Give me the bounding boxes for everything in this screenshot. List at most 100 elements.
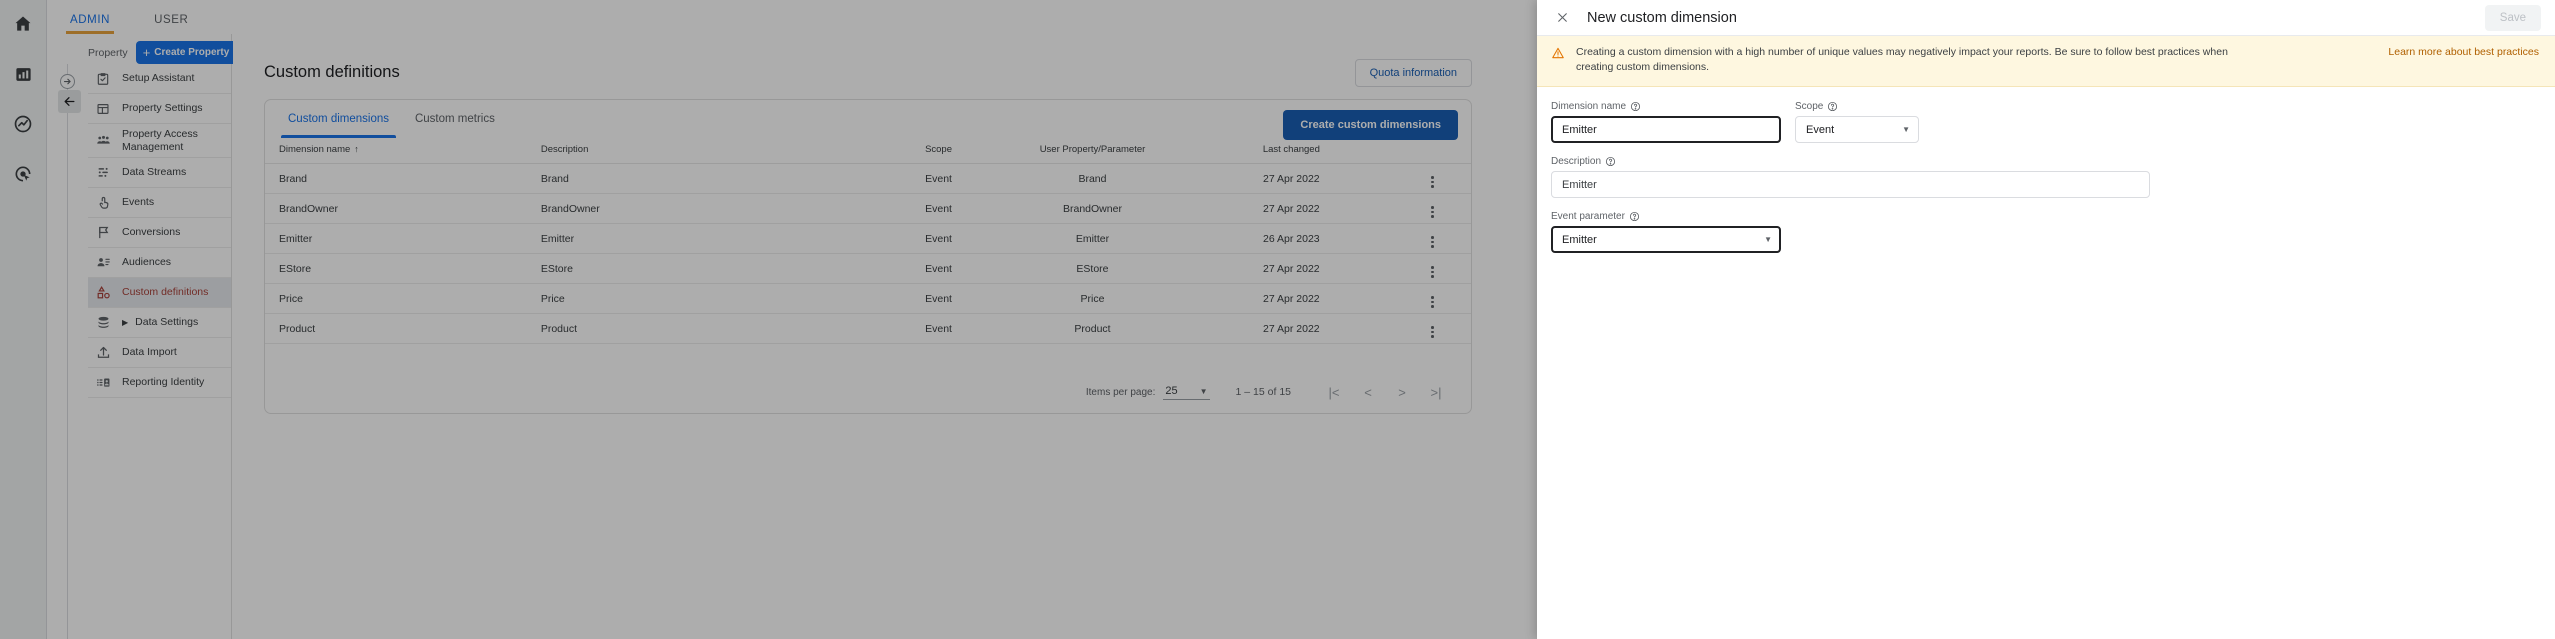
scope-select[interactable]: Event ▼ xyxy=(1795,116,1919,144)
row-menu-icon[interactable] xyxy=(1431,266,1434,278)
cell-last-changed: 27 Apr 2022 xyxy=(1188,253,1394,284)
data-streams-icon xyxy=(95,165,111,181)
sidebar-item-label: Audiences xyxy=(122,256,172,269)
help-circle-icon[interactable] xyxy=(1629,211,1640,222)
form-row-name-scope: Dimension name Emitter Scope Event ▼ xyxy=(1551,101,2541,144)
sidebar-item-conversions[interactable]: Conversions xyxy=(88,218,231,248)
next-page-button[interactable]: > xyxy=(1385,385,1419,400)
explore-icon[interactable] xyxy=(9,110,37,138)
tab-admin-label: ADMIN xyxy=(70,14,111,26)
row-menu-icon[interactable] xyxy=(1431,236,1434,248)
close-icon[interactable] xyxy=(1551,7,1573,29)
column-header-dimension-name[interactable]: Dimension name ↑ xyxy=(265,138,541,164)
cell-parameter: BrandOwner xyxy=(996,193,1189,224)
column-header-scope[interactable]: Scope xyxy=(880,138,997,164)
chevron-right-icon[interactable]: ▶ xyxy=(122,318,128,327)
create-custom-dimensions-button[interactable]: Create custom dimensions xyxy=(1283,110,1458,140)
cell-scope: Event xyxy=(880,313,997,344)
quota-information-button[interactable]: Quota information xyxy=(1354,59,1472,87)
sidebar-item-events[interactable]: Events xyxy=(88,188,231,218)
help-circle-icon[interactable] xyxy=(1630,101,1641,112)
property-label: Property xyxy=(88,46,128,59)
sidebar-item-data-streams[interactable]: Data Streams xyxy=(88,158,231,188)
row-menu-icon[interactable] xyxy=(1431,176,1434,188)
cell-description: Product xyxy=(540,313,881,344)
tab-custom-dimensions[interactable]: Custom dimensions xyxy=(275,100,402,138)
cell-description: Emitter xyxy=(540,223,881,254)
save-button[interactable]: Save xyxy=(2484,4,2541,31)
cell-actions[interactable] xyxy=(1393,163,1471,194)
help-circle-icon[interactable] xyxy=(1827,101,1838,112)
event-parameter-value: Emitter xyxy=(1562,233,1597,246)
column-header-description[interactable]: Description xyxy=(540,138,881,164)
advertising-icon[interactable] xyxy=(9,160,37,188)
table-row[interactable]: Brand Brand Event Brand 27 Apr 2022 xyxy=(265,163,1471,194)
table-row[interactable]: Product Product Event Product 27 Apr 202… xyxy=(265,313,1471,344)
create-property-button[interactable]: + Create Property xyxy=(135,41,240,64)
upload-icon xyxy=(95,345,111,361)
dimension-name-input[interactable]: Emitter xyxy=(1551,116,1781,144)
panel-title: New custom dimension xyxy=(1587,9,1737,26)
table-row[interactable]: BrandOwner BrandOwner Event BrandOwner 2… xyxy=(265,193,1471,224)
items-per-page-select[interactable]: 25 ▼ xyxy=(1163,384,1210,400)
reports-icon[interactable] xyxy=(9,60,37,88)
description-input[interactable]: Emitter xyxy=(1551,171,2150,199)
table-header-row: Dimension name ↑ Description Scope User P… xyxy=(265,138,1471,164)
best-practices-warning: Creating a custom dimension with a high … xyxy=(1537,36,2555,88)
tab-user[interactable]: USER xyxy=(132,14,210,34)
dimension-name-label-row: Dimension name xyxy=(1551,101,1781,112)
cell-scope: Event xyxy=(880,163,997,194)
sidebar-item-label: Property Settings xyxy=(122,102,203,115)
sidebar-item-label: Data Settings xyxy=(135,316,199,329)
cell-last-changed: 27 Apr 2022 xyxy=(1188,283,1394,314)
learn-more-link[interactable]: Learn more about best practices xyxy=(2388,45,2539,58)
column-header-label: Dimension name xyxy=(279,144,351,155)
column-header-last-changed[interactable]: Last changed xyxy=(1188,138,1394,164)
home-icon[interactable] xyxy=(9,10,37,38)
cell-dimension-name: Emitter xyxy=(265,223,541,254)
analytics-admin-screen: ADMIN USER Property + Create Property Se… xyxy=(0,0,2555,639)
table-row[interactable]: Price Price Event Price 27 Apr 2022 xyxy=(265,283,1471,314)
sidebar-item-audiences[interactable]: Audiences xyxy=(88,248,231,278)
table-header: Dimension name ↑ Description Scope User P… xyxy=(265,138,1471,164)
row-menu-icon[interactable] xyxy=(1431,206,1434,218)
sidebar-item-reporting-identity[interactable]: Reporting Identity xyxy=(88,368,231,398)
sidebar-item-label: Setup Assistant xyxy=(122,72,195,85)
sidebar-item-label: Custom definitions xyxy=(122,286,209,299)
cell-description: Price xyxy=(540,283,881,314)
expand-forward-icon[interactable] xyxy=(60,74,75,89)
tab-admin[interactable]: ADMIN xyxy=(48,14,132,34)
cell-scope: Event xyxy=(880,223,997,254)
sidebar-item-data-settings[interactable]: ▶ Data Settings xyxy=(88,308,231,338)
plus-icon: + xyxy=(142,45,151,60)
row-menu-icon[interactable] xyxy=(1431,326,1434,338)
cell-parameter: Emitter xyxy=(996,223,1189,254)
event-parameter-select[interactable]: Emitter ▼ xyxy=(1551,226,1781,254)
sidebar-item-property-settings[interactable]: Property Settings xyxy=(88,94,231,124)
first-page-button[interactable]: |< xyxy=(1317,385,1351,400)
table-row[interactable]: EStore EStore Event EStore 27 Apr 2022 xyxy=(265,253,1471,284)
tab-custom-metrics[interactable]: Custom metrics xyxy=(402,100,508,138)
sidebar-item-setup-assistant[interactable]: Setup Assistant xyxy=(88,64,231,94)
sidebar-item-label: Data Import xyxy=(122,346,177,359)
row-menu-icon[interactable] xyxy=(1431,296,1434,308)
help-circle-icon[interactable] xyxy=(1605,156,1616,167)
cell-last-changed: 26 Apr 2023 xyxy=(1188,223,1394,254)
table-row[interactable]: Emitter Emitter Event Emitter 26 Apr 202… xyxy=(265,223,1471,254)
column-header-user-property-parameter[interactable]: User Property/Parameter xyxy=(996,138,1189,164)
sidebar-item-property-access-management[interactable]: Property Access Management xyxy=(88,124,231,158)
sidebar-item-custom-definitions[interactable]: Custom definitions xyxy=(88,278,231,308)
last-page-button[interactable]: >| xyxy=(1419,385,1453,400)
cell-actions[interactable] xyxy=(1393,283,1471,314)
previous-page-button[interactable]: < xyxy=(1351,385,1385,400)
cell-actions[interactable] xyxy=(1393,193,1471,224)
collapse-back-button[interactable] xyxy=(58,90,81,113)
chevron-down-icon: ▼ xyxy=(1902,125,1910,135)
cell-dimension-name: Brand xyxy=(265,163,541,194)
sidebar-item-data-import[interactable]: Data Import xyxy=(88,338,231,368)
nav-rail-line xyxy=(67,64,68,639)
cell-actions[interactable] xyxy=(1393,313,1471,344)
chevron-down-icon: ▼ xyxy=(1199,386,1208,396)
cell-actions[interactable] xyxy=(1393,253,1471,284)
cell-actions[interactable] xyxy=(1393,223,1471,254)
